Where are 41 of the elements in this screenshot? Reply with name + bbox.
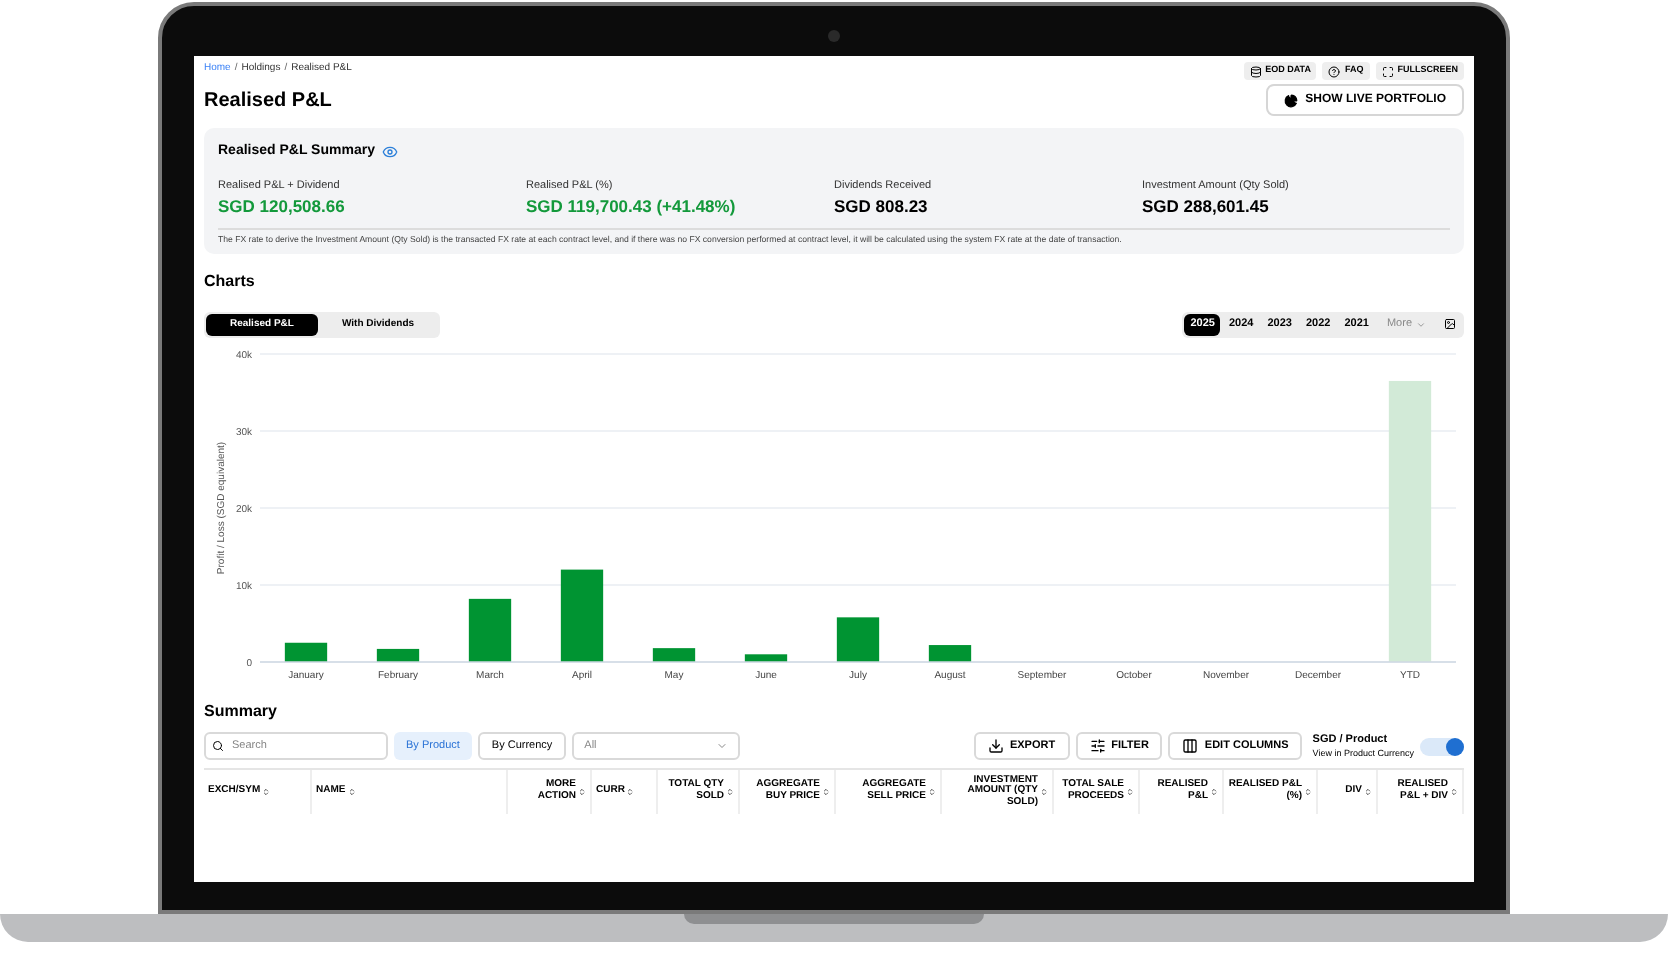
pie-chart-icon — [1283, 93, 1298, 107]
section-title: Charts — [204, 269, 257, 294]
bar — [836, 617, 880, 662]
bar — [652, 648, 696, 662]
camera-icon — [828, 30, 840, 42]
sort-icon — [1304, 787, 1312, 796]
sort-icon — [1126, 787, 1134, 796]
metric-value: SGD 808.23 — [834, 193, 930, 219]
database-icon — [1249, 65, 1262, 77]
bar — [284, 642, 328, 662]
sort-icon — [578, 787, 586, 796]
sort-icon — [726, 787, 734, 796]
sort-icon — [1040, 787, 1048, 796]
sort-icon — [626, 787, 635, 796]
download-icon — [987, 738, 1004, 755]
bar — [376, 648, 420, 662]
page-title: Realised P&L — [204, 87, 332, 115]
sort-icon — [1364, 787, 1372, 796]
chevron-down-icon — [716, 740, 729, 753]
currency-toggle[interactable] — [1420, 737, 1464, 756]
sort-icon — [1210, 787, 1218, 796]
chevron-down-icon — [1416, 319, 1426, 330]
help-icon — [1328, 65, 1341, 77]
eye-icon[interactable] — [382, 144, 399, 161]
filter-icon — [1089, 738, 1106, 755]
sort-icon — [928, 787, 936, 796]
bar — [560, 569, 604, 662]
bar — [928, 644, 972, 662]
sort-icon — [262, 787, 271, 796]
bar — [468, 598, 512, 662]
sort-icon — [1450, 787, 1458, 796]
section-title: Summary — [204, 699, 279, 724]
metric-value: SGD 120,508.66 — [218, 193, 347, 219]
search-icon — [212, 740, 224, 753]
sort-icon — [347, 787, 356, 796]
metric-value: SGD 119,700.43 (+41.48%) — [526, 193, 738, 219]
columns-icon — [1182, 738, 1199, 755]
sort-icon — [822, 787, 830, 796]
image-icon — [1444, 318, 1456, 331]
metric-value: SGD 288,601.45 — [1142, 193, 1271, 219]
bar — [744, 654, 788, 662]
